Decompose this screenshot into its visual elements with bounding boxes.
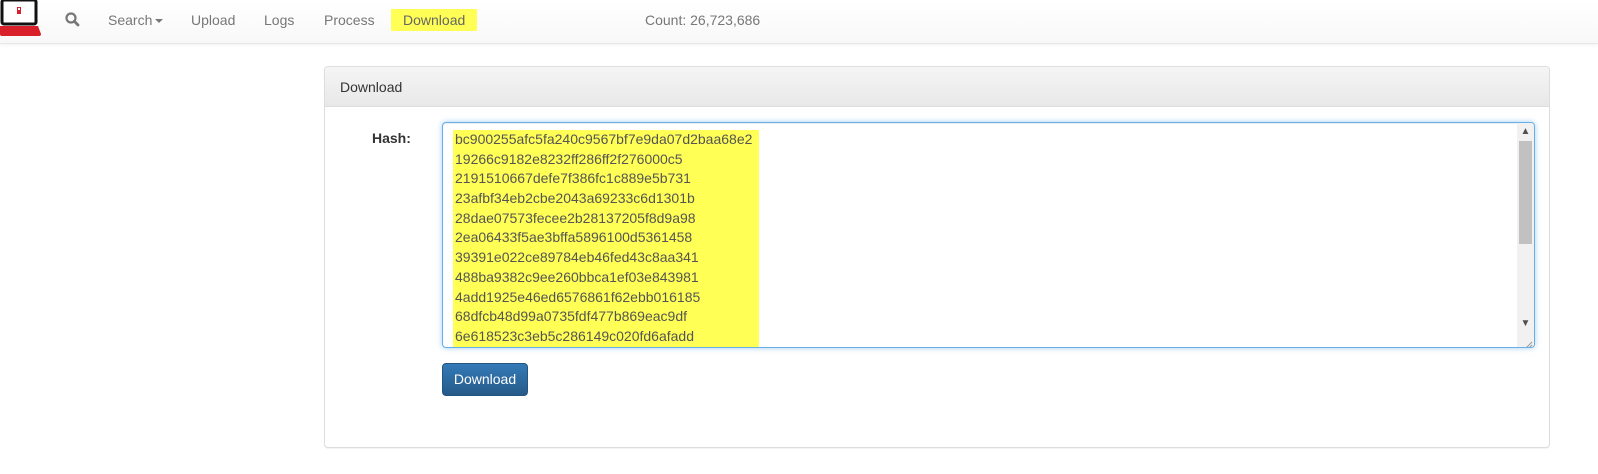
download-button[interactable]: Download [442,363,528,396]
hash-line: 2ea06433f5ae3bffa5896100d5361458 [455,229,693,246]
hash-line: 4add1925e46ed6576861f62ebb016185 [455,288,701,305]
hash-line: 28dae07573fecee2b28137205f8d9a98 [455,209,696,226]
chevron-down-icon [155,19,164,24]
nav-logs[interactable]: Logs [264,0,294,40]
nav-search-dropdown[interactable]: Search [108,0,164,40]
record-count: Count: 26,723,686 [645,12,761,28]
nav-process[interactable]: Process [324,0,375,40]
hash-line: 6e618523c3eb5c286149c020fd6afadd [455,327,695,344]
top-navbar: Search Upload Logs Process Download Coun… [0,0,1598,44]
textarea-scrollbar[interactable]: ▲ ▼ [1517,123,1534,347]
hash-label: Hash: [372,130,411,146]
hash-line: 23afbf34eb2cbe2043a69233c6d1301b [455,190,695,207]
hash-line: 19266c9182e8232ff286ff2f276000c5 [455,150,683,167]
resize-handle-icon[interactable] [1523,336,1533,347]
hash-textarea[interactable]: bc900255afc5fa240c9567bf7e9da07d2baa68e2… [442,122,1535,348]
hash-line: 39391e022ce89784eb46fed43c8aa341 [455,249,699,266]
nav-download[interactable]: Download [391,9,478,31]
hash-line: 488ba9382c9ee260bbca1ef03e843981 [455,268,699,285]
laptop-logo-icon[interactable] [0,0,44,40]
search-icon[interactable] [64,11,82,29]
panel-title: Download [325,67,1549,107]
scroll-up-icon[interactable]: ▲ [1517,123,1534,140]
nav-search-label: Search [108,12,153,28]
scroll-thumb[interactable] [1519,141,1532,244]
hash-line: 68dfcb48d99a0735fdf477b869eac9df [455,308,687,325]
scroll-down-icon[interactable]: ▼ [1517,315,1534,332]
hash-list: bc900255afc5fa240c9567bf7e9da07d2baa68e2… [453,130,759,347]
nav-upload[interactable]: Upload [191,0,235,40]
hash-line: 2191510667defe7f386fc1c889e5b731 [455,170,691,187]
hash-line: bc900255afc5fa240c9567bf7e9da07d2baa68e2 [455,131,753,147]
